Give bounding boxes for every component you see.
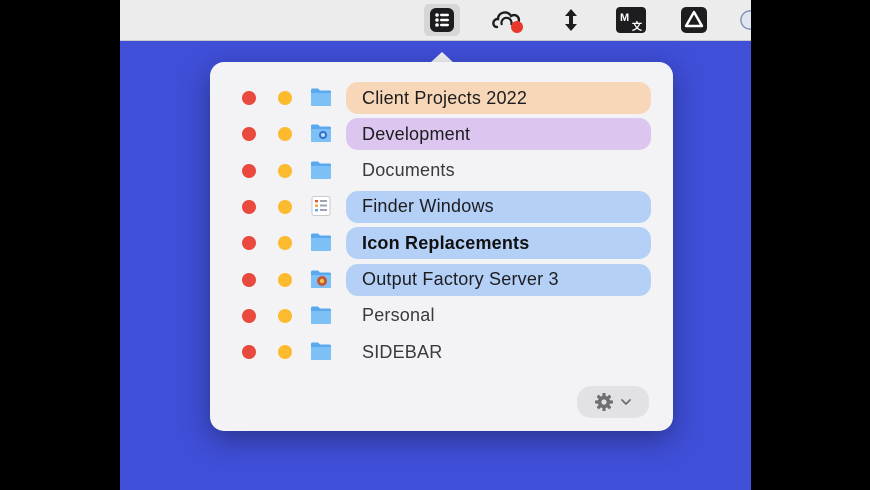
close-dot-icon[interactable] bbox=[242, 272, 256, 287]
project-label[interactable]: Documents bbox=[346, 155, 651, 187]
close-dot-icon[interactable] bbox=[242, 91, 256, 105]
list-item[interactable]: Personal bbox=[210, 299, 673, 333]
folder-app-icon bbox=[310, 123, 332, 143]
svg-text:M: M bbox=[620, 12, 629, 24]
project-label[interactable]: Client Projects 2022 bbox=[346, 82, 651, 114]
svg-text:文: 文 bbox=[632, 20, 643, 33]
menu-bar: M 文 bbox=[120, 0, 751, 41]
project-label[interactable]: Output Factory Server 3 bbox=[346, 263, 651, 296]
close-dot-icon[interactable] bbox=[242, 345, 256, 360]
gear-icon bbox=[595, 393, 613, 411]
project-list-popover: Client Projects 2022 Development Documents… bbox=[210, 62, 673, 431]
desktop: M 文 Client Projects 2022 Development Docum… bbox=[120, 0, 751, 490]
minimize-dot-icon[interactable] bbox=[278, 199, 292, 214]
close-dot-icon[interactable] bbox=[242, 236, 256, 251]
folder-badge-icon bbox=[310, 269, 332, 289]
minimize-dot-icon[interactable] bbox=[278, 163, 292, 178]
project-label[interactable]: Development bbox=[346, 118, 651, 151]
minimize-dot-icon[interactable] bbox=[278, 127, 292, 142]
list-item[interactable]: Documents bbox=[210, 154, 673, 188]
minimize-dot-icon[interactable] bbox=[278, 308, 292, 323]
folder-icon bbox=[310, 232, 332, 252]
project-label[interactable]: Finder Windows bbox=[346, 190, 651, 223]
chevron-down-icon bbox=[621, 399, 631, 405]
folder-icon bbox=[310, 160, 332, 180]
list-item[interactable]: SIDEBAR bbox=[210, 335, 673, 369]
close-dot-icon[interactable] bbox=[242, 163, 256, 178]
close-dot-icon[interactable] bbox=[242, 199, 256, 214]
minimize-dot-icon[interactable] bbox=[278, 91, 292, 105]
list-item[interactable]: Icon Replacements bbox=[210, 226, 673, 260]
vertical-arrows-icon[interactable] bbox=[558, 4, 584, 36]
settings-button[interactable] bbox=[577, 386, 649, 418]
close-dot-icon[interactable] bbox=[242, 308, 256, 323]
project-label[interactable]: Personal bbox=[346, 300, 651, 332]
list-item[interactable]: Output Factory Server 3 bbox=[210, 263, 673, 297]
project-label[interactable]: SIDEBAR bbox=[346, 336, 651, 368]
close-dot-icon[interactable] bbox=[242, 127, 256, 142]
checklist-icon bbox=[310, 195, 332, 216]
minimize-dot-icon[interactable] bbox=[278, 236, 292, 251]
project-label[interactable]: Icon Replacements bbox=[346, 227, 651, 260]
list-item[interactable]: Client Projects 2022 bbox=[210, 81, 673, 115]
folder-icon bbox=[310, 341, 332, 361]
translate-icon[interactable]: M 文 bbox=[614, 4, 648, 36]
globe-icon[interactable] bbox=[740, 4, 751, 36]
list-item[interactable]: Development bbox=[210, 117, 673, 151]
minimize-dot-icon[interactable] bbox=[278, 345, 292, 360]
folder-icon bbox=[310, 87, 332, 107]
list-icon[interactable] bbox=[424, 4, 460, 36]
minimize-dot-icon[interactable] bbox=[278, 272, 292, 287]
google-drive-icon[interactable] bbox=[678, 4, 710, 36]
list-item[interactable]: Finder Windows bbox=[210, 190, 673, 224]
folder-icon bbox=[310, 305, 332, 325]
cloud-sync-icon[interactable] bbox=[488, 4, 528, 36]
